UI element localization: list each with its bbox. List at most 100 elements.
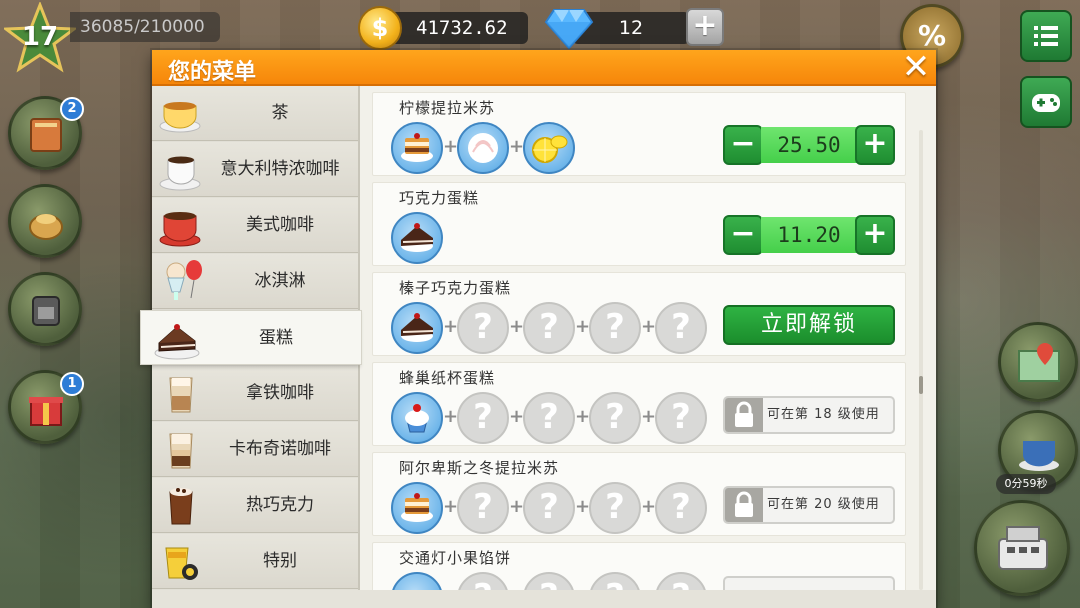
gift-box-icon [29, 397, 63, 426]
cash-register-button[interactable] [974, 500, 1070, 596]
category-cake[interactable]: 蛋糕 [140, 310, 362, 365]
list-icon [1034, 26, 1058, 46]
ingredient-slot[interactable] [391, 482, 443, 534]
chocolate-cake-icon [401, 313, 434, 342]
unknown-ingredient-slot[interactable]: ? [655, 302, 707, 354]
plus-sign: + [443, 406, 459, 427]
price-control: − 25.50 + [723, 125, 895, 165]
scrollbar-thumb[interactable] [919, 376, 923, 394]
increase-price-button[interactable]: + [855, 215, 895, 255]
tiramisu-icon [401, 133, 433, 162]
category-label: 热巧克力 [246, 495, 314, 515]
category-label: 冰淇淋 [254, 271, 306, 291]
recipe-list[interactable]: 柠檬提拉米苏 + + − 25.50 + 巧克力蛋糕 − 11.20 + 榛子巧… [372, 92, 906, 600]
unknown-ingredient-slot[interactable]: ? [457, 392, 509, 444]
category-label: 蛋糕 [259, 328, 293, 348]
decrease-price-button[interactable]: − [723, 125, 763, 165]
category-latte[interactable]: 拿铁咖啡 [152, 366, 358, 421]
recipe-card: 柠檬提拉米苏 + + − 25.50 + [372, 92, 906, 176]
coffee-cup-icon [1019, 441, 1059, 471]
plus-sign: + [575, 496, 591, 517]
gift-badge: 1 [60, 372, 84, 396]
recipe-card: 巧克力蛋糕 − 11.20 + [372, 182, 906, 266]
unknown-ingredient-slot[interactable]: ? [457, 482, 509, 534]
recipe-scrollbar[interactable] [919, 130, 923, 590]
price-value: 25.50 [761, 127, 857, 163]
category-cappuccino[interactable]: 卡布奇诺咖啡 [152, 422, 358, 477]
plus-sign: + [443, 316, 459, 337]
unknown-ingredient-slot[interactable]: ? [589, 302, 641, 354]
plus-sign: + [641, 316, 657, 337]
games-button[interactable] [1020, 76, 1072, 128]
map-button[interactable] [998, 322, 1078, 402]
ice-cream-icon [166, 260, 202, 300]
unknown-ingredient-slot[interactable]: ? [523, 482, 575, 534]
lock-icon [735, 401, 753, 427]
plus-sign: + [443, 496, 459, 517]
price-value: 11.20 [761, 217, 857, 253]
ingredient-slot[interactable] [391, 122, 443, 174]
recipe-card: 阿尔卑斯之冬提拉米苏 + ? + ? + ? + ? 可在第 20 级使用 [372, 452, 906, 536]
add-gems-button[interactable]: + [686, 8, 724, 46]
plus-sign: + [509, 136, 525, 157]
category-americano[interactable]: 美式咖啡 [152, 198, 358, 253]
unknown-ingredient-slot[interactable]: ? [589, 392, 641, 444]
whipped-cream-icon [468, 133, 498, 163]
latte-glass-icon [169, 377, 193, 413]
price-control: − 11.20 + [723, 215, 895, 255]
ingredient-slot[interactable] [391, 302, 443, 354]
unknown-ingredient-slot[interactable]: ? [523, 392, 575, 444]
recipe-card: 榛子巧克力蛋糕 + ? + ? + ? + ? 立即解锁 [372, 272, 906, 356]
menu-dialog: 您的菜单 ✕ 茶 意大利特浓咖啡 美式咖啡 冰淇淋 蛋糕 拿铁咖啡 卡布奇诺咖啡… [140, 50, 936, 608]
gamepad-icon [1032, 94, 1060, 112]
unlock-level-text: 可在第 18 级使用 [767, 407, 880, 422]
category-tea[interactable]: 茶 [152, 86, 358, 141]
lock-icon [735, 491, 753, 517]
category-ice-cream[interactable]: 冰淇淋 [152, 254, 358, 309]
category-label: 意大利特浓咖啡 [220, 159, 340, 179]
category-label: 拿铁咖啡 [246, 383, 314, 403]
plus-sign: + [575, 316, 591, 337]
increase-price-button[interactable]: + [855, 125, 895, 165]
recipe-card: 蜂巢纸杯蛋糕 + ? + ? + ? + ? 可在第 18 级使用 [372, 362, 906, 446]
ingredient-slot[interactable] [391, 392, 443, 444]
ingredient-slot[interactable] [457, 122, 509, 174]
close-button[interactable]: ✕ [898, 50, 934, 86]
recipe-name: 柠檬提拉米苏 [399, 99, 496, 117]
ingredient-slot[interactable] [523, 122, 575, 174]
map-pin-icon [1018, 343, 1060, 382]
plus-sign: + [641, 496, 657, 517]
unknown-ingredient-slot[interactable]: ? [655, 482, 707, 534]
ingredient-slot[interactable] [391, 212, 443, 264]
category-hot-chocolate[interactable]: 热巧克力 [152, 478, 358, 533]
unknown-ingredient-slot[interactable]: ? [589, 482, 641, 534]
special-drink-icon [165, 547, 198, 580]
plus-sign: + [575, 406, 591, 427]
tiramisu-icon [401, 493, 433, 522]
category-special[interactable]: 特别 [152, 534, 358, 589]
diamond-icon [544, 9, 594, 50]
unknown-ingredient-slot[interactable]: ? [523, 302, 575, 354]
recipe-name: 阿尔卑斯之冬提拉米苏 [399, 459, 560, 477]
telephone-button[interactable] [8, 272, 82, 346]
unknown-ingredient-slot[interactable]: ? [655, 392, 707, 444]
main-menu-button[interactable] [1020, 10, 1072, 62]
ingredients-button[interactable] [8, 184, 82, 258]
dialog-header: 您的菜单 ✕ [152, 50, 936, 86]
hot-chocolate-icon [169, 488, 193, 525]
decrease-price-button[interactable]: − [723, 215, 763, 255]
timer-label: 0分59秒 [996, 474, 1056, 494]
unlock-now-button[interactable]: 立即解锁 [723, 305, 895, 345]
plus-sign: + [443, 136, 459, 157]
tea-cup-icon [159, 102, 201, 133]
category-sidebar: 茶 意大利特浓咖啡 美式咖啡 冰淇淋 蛋糕 拿铁咖啡 卡布奇诺咖啡 热巧克力 特… [140, 86, 362, 608]
recipe-book-badge: 2 [60, 97, 84, 121]
level-number: 17 [21, 22, 59, 52]
unknown-ingredient-slot[interactable]: ? [457, 302, 509, 354]
recipe-name: 榛子巧克力蛋糕 [399, 279, 512, 297]
dialog-footer [152, 590, 936, 608]
category-label: 美式咖啡 [246, 215, 314, 235]
category-espresso[interactable]: 意大利特浓咖啡 [152, 142, 358, 197]
category-label: 特别 [263, 551, 297, 571]
recipe-name: 交通灯小果馅饼 [399, 549, 512, 567]
